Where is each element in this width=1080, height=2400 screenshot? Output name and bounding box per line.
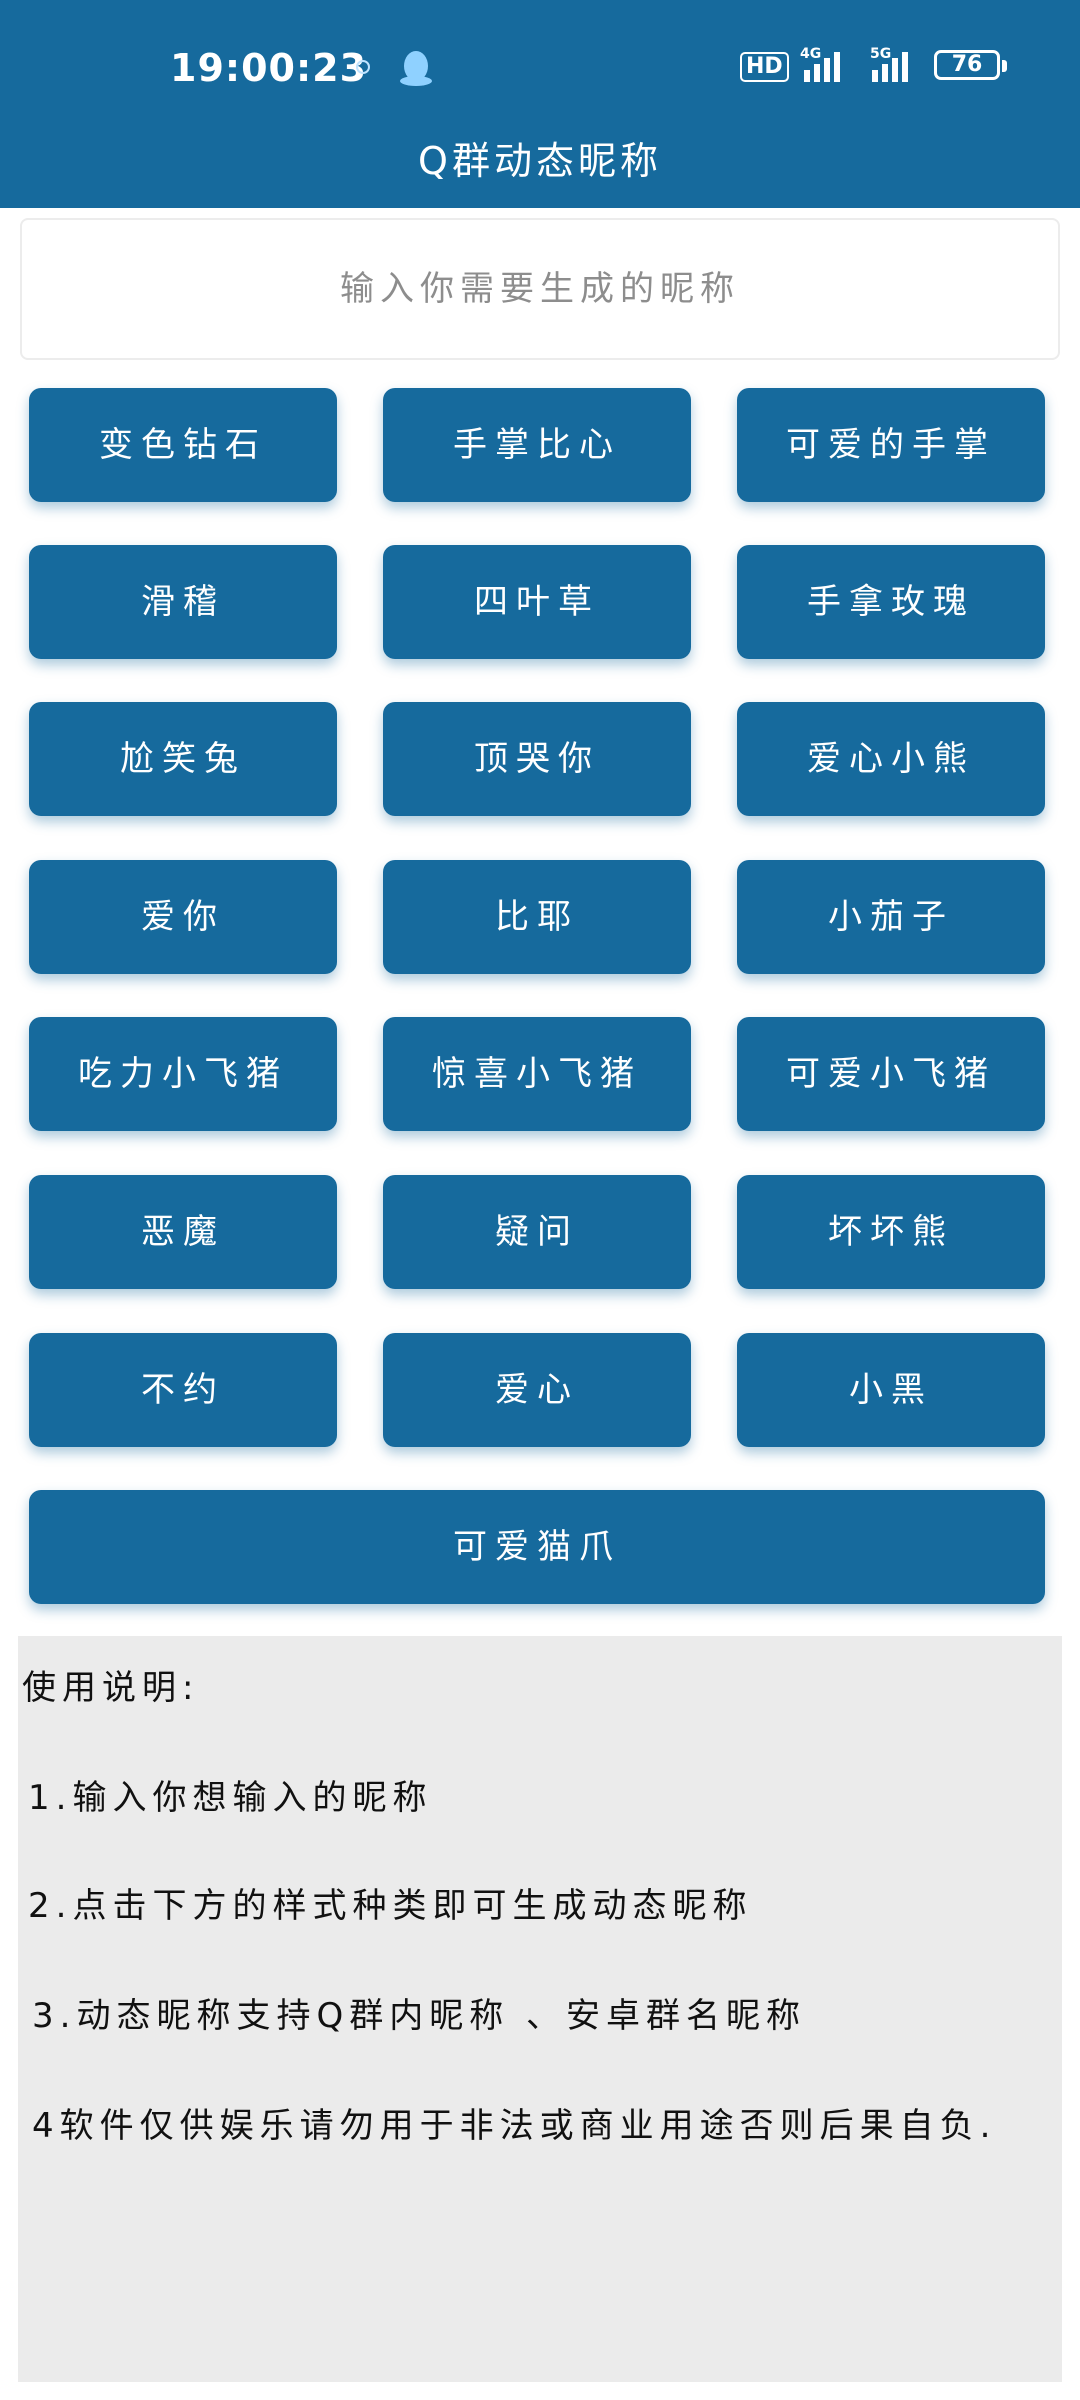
style-button-7[interactable]: 尬笑兔 — [29, 702, 337, 816]
notification-dot-icon — [356, 60, 370, 74]
style-button-1[interactable]: 变色钻石 — [29, 388, 337, 502]
style-button-3[interactable]: 可爱的手掌 — [737, 388, 1045, 502]
instruction-item-1: 1.输入你想输入的昵称 — [28, 1778, 433, 1818]
style-button-10[interactable]: 爱你 — [29, 860, 337, 974]
style-button-16[interactable]: 恶魔 — [29, 1175, 337, 1289]
style-button-13[interactable]: 吃力小飞猪 — [29, 1017, 337, 1131]
style-button-4[interactable]: 滑稽 — [29, 545, 337, 659]
instruction-item-4: 4软件仅供娱乐请勿用于非法或商业用途否则后果自负. — [32, 2106, 997, 2146]
signal-4g-icon: 4G — [800, 46, 840, 82]
page-title: Q群动态昵称 — [418, 139, 662, 183]
style-button-9[interactable]: 爱心小熊 — [737, 702, 1045, 816]
nickname-input[interactable] — [20, 218, 1060, 360]
hd-voice-icon: HD — [740, 52, 789, 82]
style-button-12[interactable]: 小茄子 — [737, 860, 1045, 974]
signal-4g-label: 4G — [800, 46, 821, 62]
battery-tip — [1002, 60, 1007, 72]
style-button-15[interactable]: 可爱小飞猪 — [737, 1017, 1045, 1131]
style-button-8[interactable]: 顶哭你 — [383, 702, 691, 816]
style-button-17[interactable]: 疑问 — [383, 1175, 691, 1289]
instruction-item-3: 3.动态昵称支持Q群内昵称 、安卓群名昵称 — [32, 1996, 807, 2036]
style-button-19[interactable]: 不约 — [29, 1333, 337, 1447]
style-button-21[interactable]: 小黑 — [737, 1333, 1045, 1447]
status-bar: 19:00:23 HD 4G 5G 76 — [0, 38, 1080, 102]
style-button-14[interactable]: 惊喜小飞猪 — [383, 1017, 691, 1131]
status-time: 19:00:23 — [170, 46, 368, 90]
qq-penguin-icon — [400, 51, 432, 86]
style-button-2[interactable]: 手掌比心 — [383, 388, 691, 502]
app-bar: 19:00:23 HD 4G 5G 76 Q群动态昵称 — [0, 0, 1080, 208]
style-button-22[interactable]: 可爱猫爪 — [29, 1490, 1045, 1604]
style-button-11[interactable]: 比耶 — [383, 860, 691, 974]
style-button-18[interactable]: 坏坏熊 — [737, 1175, 1045, 1289]
style-button-5[interactable]: 四叶草 — [383, 545, 691, 659]
signal-5g-icon: 5G — [870, 46, 908, 82]
instruction-item-2: 2.点击下方的样式种类即可生成动态昵称 — [28, 1886, 753, 1926]
instructions-heading: 使用说明: — [22, 1668, 200, 1708]
signal-5g-label: 5G — [870, 46, 891, 62]
battery-icon: 76 — [934, 50, 1000, 80]
style-button-6[interactable]: 手拿玫瑰 — [737, 545, 1045, 659]
instructions-panel: 使用说明: 1.输入你想输入的昵称 2.点击下方的样式种类即可生成动态昵称 3.… — [18, 1636, 1062, 2382]
style-button-20[interactable]: 爱心 — [383, 1333, 691, 1447]
